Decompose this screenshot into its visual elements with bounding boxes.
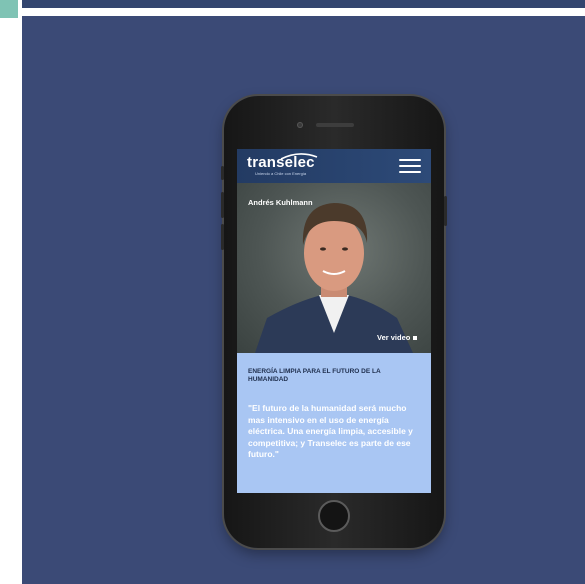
hero-portrait: Andrés Kuhlmann Ver video bbox=[237, 183, 431, 353]
logo-swoosh-icon bbox=[280, 153, 318, 160]
ver-video-label: Ver video bbox=[377, 333, 411, 342]
phone-screen: transelec Uniendo a Chile con Energía An… bbox=[237, 149, 431, 493]
phone-speaker bbox=[316, 123, 354, 127]
corner-accent bbox=[0, 0, 18, 18]
quote-panel: ENERGÍA LIMPIA PARA EL FUTURO DE LA HUMA… bbox=[237, 353, 431, 493]
phone-home-button bbox=[318, 500, 350, 532]
brand-tagline: Uniendo a Chile con Energía bbox=[255, 171, 307, 176]
phone-volume-up bbox=[221, 192, 224, 218]
hamburger-menu-icon[interactable] bbox=[399, 159, 421, 173]
phone-mockup: transelec Uniendo a Chile con Energía An… bbox=[221, 96, 447, 548]
phone-camera bbox=[297, 122, 303, 128]
site-header: transelec Uniendo a Chile con Energía bbox=[237, 149, 431, 183]
phone-power-button bbox=[444, 196, 447, 226]
phone-mute-switch bbox=[221, 166, 224, 180]
section-headline: ENERGÍA LIMPIA PARA EL FUTURO DE LA HUMA… bbox=[248, 368, 381, 383]
person-name: Andrés Kuhlmann bbox=[248, 198, 313, 207]
ver-video-link[interactable]: Ver video bbox=[377, 333, 418, 342]
top-band bbox=[22, 0, 585, 8]
play-square-icon bbox=[413, 336, 418, 341]
presentation-stage: transelec Uniendo a Chile con Energía An… bbox=[22, 16, 585, 584]
person-silhouette bbox=[255, 203, 413, 353]
quote-text: "El futuro de la humanidad será mucho ma… bbox=[248, 403, 413, 459]
phone-volume-down bbox=[221, 224, 224, 250]
